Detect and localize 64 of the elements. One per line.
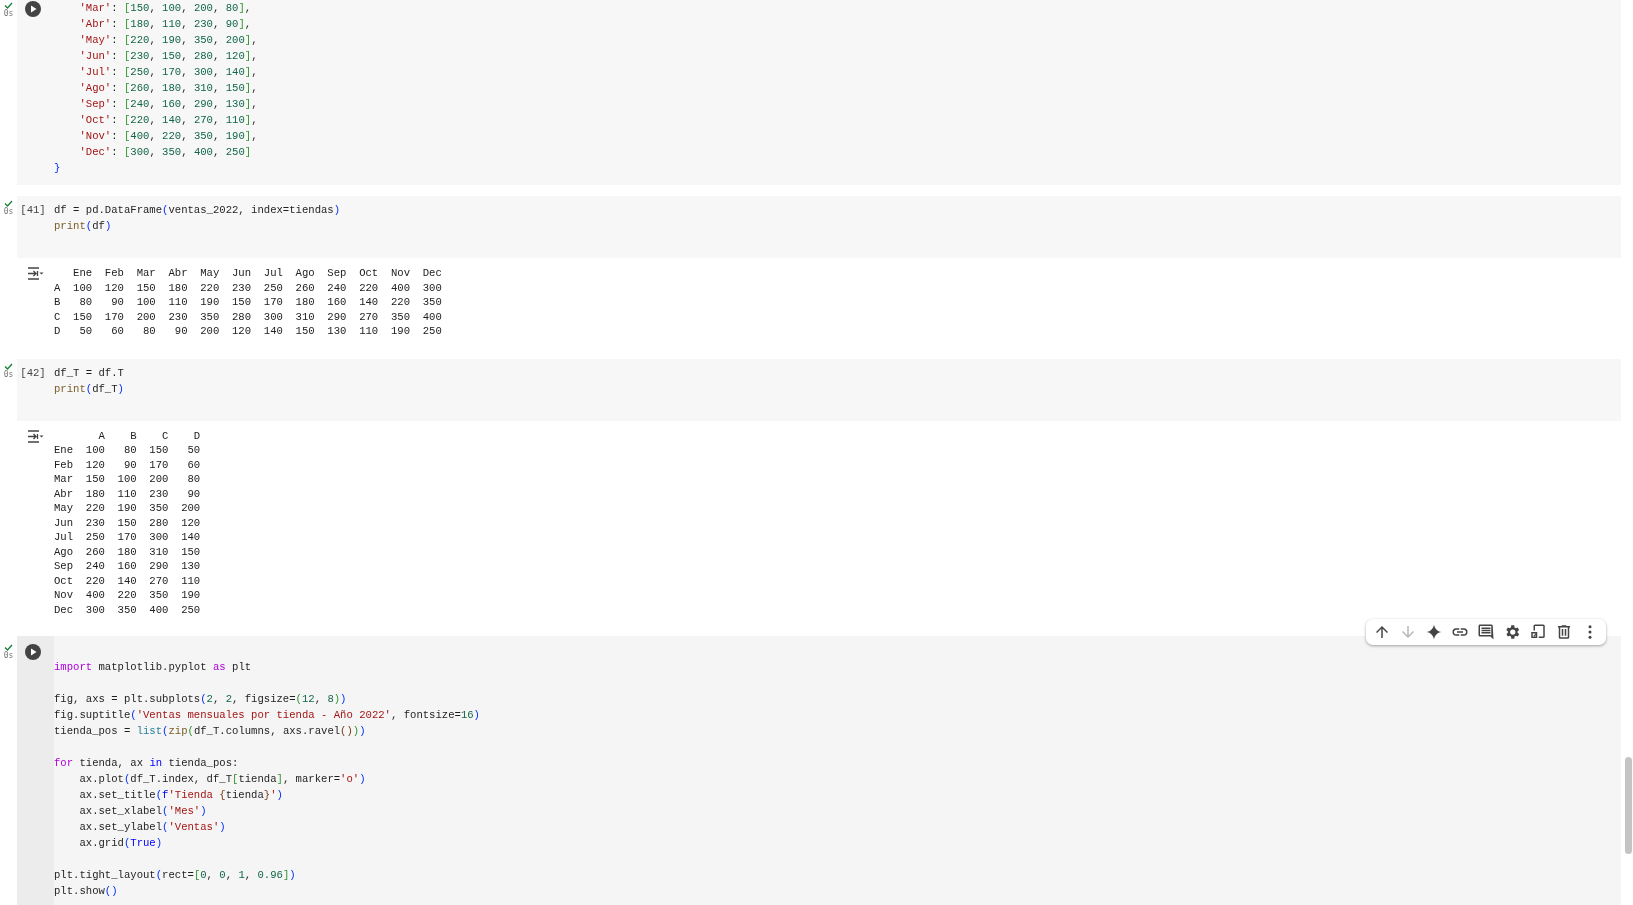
output-line: May 220 190 350 200 [54, 501, 201, 516]
code-line: for tienda, ax in tienda_pos: [54, 756, 240, 771]
code-line: ax.set_ylabel('Ventas') [78, 820, 227, 835]
output-toggle-icon[interactable] [27, 267, 44, 280]
output-line: Mar 150 100 200 80 [54, 472, 201, 487]
code-line: 'Ago': [260, 180, 310, 150], [78, 81, 259, 96]
run-duration: 0s [3, 651, 14, 660]
code-line: print(df_T) [54, 381, 125, 397]
code-line: 'Jul': [250, 170, 300, 140], [78, 65, 259, 80]
output-line: Ago 260 180 310 150 [54, 544, 201, 559]
output-line: Dec 300 350 400 250 [54, 602, 201, 617]
code-cell[interactable]: [41] df = pd.DataFrame(ventas_2022, index=tiendas) print(df) [17, 196, 1621, 258]
code-line: 'Jun': [230, 150, 280, 120], [78, 49, 259, 64]
code-line: 'Abr': [180, 110, 230, 90], [78, 17, 253, 32]
code-line: fig, axs = plt.subplots(2, 2, figsize=(12, 8)) [54, 692, 348, 707]
code-line: fig.suptitle('Ventas mensuales por tienda - Año 2022', fontsize=16) [54, 708, 481, 723]
code-line: df = pd.DataFrame(ventas_2022, index=tiendas) [54, 203, 342, 218]
sparkle-icon[interactable] [1425, 623, 1443, 641]
code-line: 'Oct': [220, 140, 270, 110], [78, 113, 259, 128]
execution-count: [42] [20, 365, 46, 381]
code-line: 'May': [220, 190, 350, 200], [78, 33, 259, 48]
code-line: } [54, 161, 62, 176]
code-line: 'Nov': [400, 220, 350, 190], [78, 129, 259, 144]
output-line: Ene Feb Mar Abr May Jun Jul Ago Sep Oct Nov Dec [72, 266, 442, 281]
output-line: Nov 400 220 350 190 [54, 588, 201, 603]
output-line: Jul 250 170 300 140 [54, 530, 201, 545]
output-line: Abr 180 110 230 90 [54, 486, 201, 501]
code-line: ax.plot(df_T.index, df_T[tienda], marker='o') [78, 772, 367, 787]
code-line: ax.set_title(f'Tienda {tienda}') [78, 788, 284, 803]
output-line: A B C D [97, 428, 201, 443]
code-line: ax.grid(True) [78, 836, 164, 851]
output-line: D 50 60 80 90 200 120 140 150 130 110 190 250 [54, 324, 442, 339]
output-line: A 100 120 150 180 220 230 250 260 240 220 400 300 [54, 280, 442, 295]
output-line: Ene 100 80 150 50 [54, 443, 201, 458]
execution-count: [41] [20, 203, 46, 218]
code-line: print(df) [54, 219, 113, 234]
code-cell[interactable] [17, 0, 1621, 185]
run-duration: 0s [3, 9, 14, 18]
code-line: plt.show() [54, 884, 119, 899]
code-line: plt.tight_layout(rect=[0, 0, 1, 0.96]) [54, 868, 297, 883]
code-line: tienda_pos = list(zip(df_T.columns, axs.ravel())) [54, 724, 367, 739]
trash-icon[interactable] [1555, 623, 1573, 641]
run-duration: 0s [3, 207, 14, 216]
code-cell[interactable] [17, 636, 1621, 905]
code-line: 'Mar': [150, 100, 200, 80], [78, 1, 253, 16]
square-arrow-icon[interactable] [1529, 623, 1547, 641]
code-line: df_T = df.T [54, 365, 125, 381]
output-line: Oct 220 140 270 110 [54, 573, 201, 588]
output-line: Sep 240 160 290 130 [54, 559, 201, 574]
code-line: import matplotlib.pyplot as plt [54, 660, 253, 675]
output-line: C 150 170 200 230 350 280 300 310 290 270 350 400 [54, 309, 442, 324]
output-line: Feb 120 90 170 60 [54, 457, 201, 472]
run-button-icon[interactable] [25, 644, 41, 660]
scrollbar-thumb[interactable] [1625, 757, 1632, 854]
comment-icon[interactable] [1477, 623, 1495, 641]
output-toggle-icon[interactable] [27, 429, 44, 443]
code-line: 'Sep': [240, 160, 290, 130], [78, 97, 259, 112]
run-duration: 0s [3, 369, 14, 379]
output-line: B 80 90 100 110 190 150 170 180 160 140 220 350 [54, 295, 442, 310]
code-line: 'Dec': [300, 350, 400, 250] [78, 145, 253, 160]
code-cell[interactable]: [42] df_T = df.T print(df_T) [17, 358, 1621, 421]
run-button-icon[interactable] [25, 1, 41, 17]
code-line: ax.set_xlabel('Mes') [78, 804, 208, 819]
output-line: Jun 230 150 280 120 [54, 515, 201, 530]
